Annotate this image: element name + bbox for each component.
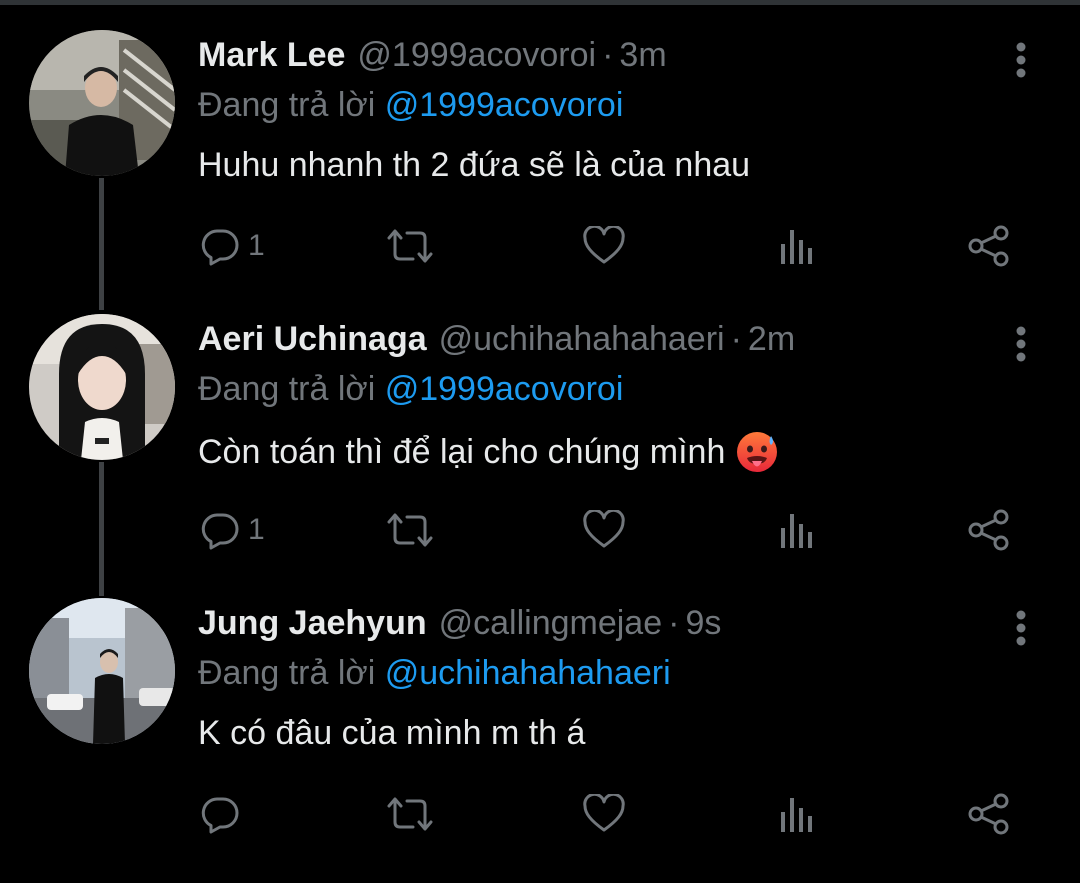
more-vertical-icon [1016, 42, 1026, 78]
separator-dot: · [602, 36, 614, 74]
share-button[interactable] [968, 786, 1010, 842]
tweet[interactable]: Jung Jaehyun @callingmejae · 9s Đang trả… [0, 598, 1080, 883]
tweet-header: Jung Jaehyun @callingmejae · 9s [198, 604, 721, 652]
share-button[interactable] [968, 218, 1010, 274]
avatar[interactable] [29, 314, 175, 460]
hot-face-emoji [737, 432, 778, 472]
timestamp[interactable]: 2m [748, 320, 795, 359]
reply-icon [201, 513, 239, 550]
replying-to-label: Đang trả lời [198, 654, 376, 692]
analytics-button[interactable] [778, 786, 816, 842]
tweet-text-content: K có đâu của mình m th á [198, 714, 586, 752]
tweet-text-content: Còn toán thì để lại cho chúng mình [198, 432, 726, 471]
retweet-icon [387, 797, 433, 831]
tweet-header: Mark Lee @1999acovoroi · 3m [198, 36, 667, 84]
replying-to-label: Đang trả lời [198, 86, 376, 124]
avatar-photo [29, 314, 175, 460]
reply-icon [201, 229, 239, 266]
display-name[interactable]: Aeri Uchinaga [198, 320, 427, 359]
analytics-icon [781, 798, 812, 832]
like-icon [583, 794, 625, 832]
retweet-button[interactable] [385, 786, 435, 842]
display-name[interactable]: Mark Lee [198, 36, 345, 75]
replying-to-label: Đang trả lời [198, 370, 376, 408]
share-icon [968, 793, 1009, 835]
user-handle[interactable]: @1999acovoroi [357, 36, 596, 75]
tweet[interactable]: Aeri Uchinaga @uchihahahahaeri · 2m Đang… [0, 314, 1080, 599]
display-name[interactable]: Jung Jaehyun [198, 604, 427, 643]
more-options-button[interactable] [1004, 320, 1038, 368]
share-icon [968, 509, 1009, 551]
analytics-icon [781, 230, 812, 264]
tweet-text-content: Huhu nhanh th 2 đứa sẽ là của nhau [198, 146, 751, 184]
tweet-text: Huhu nhanh th 2 đứa sẽ là của nhau [198, 146, 750, 185]
tweet-text: K có đâu của mình m th á [198, 714, 585, 753]
avatar-photo [29, 30, 175, 176]
retweet-button[interactable] [385, 502, 435, 558]
reply-icon [201, 797, 239, 834]
retweet-icon [387, 513, 433, 547]
action-bar: 1 [0, 218, 1080, 274]
user-handle[interactable]: @uchihahahahaeri [439, 320, 725, 359]
reply-button[interactable] [200, 786, 248, 842]
analytics-button[interactable] [778, 502, 816, 558]
timestamp[interactable]: 3m [619, 36, 666, 75]
user-handle[interactable]: @callingmejae [439, 604, 663, 643]
replying-to: Đang trả lời @uchihahahahaeri [198, 654, 671, 693]
replying-to-link[interactable]: @1999acovoroi [385, 86, 624, 124]
action-bar [0, 786, 1080, 842]
retweet-button[interactable] [385, 218, 435, 274]
avatar[interactable] [29, 598, 175, 744]
top-divider [0, 0, 1080, 5]
separator-dot: · [730, 320, 742, 358]
reply-count: 1 [248, 229, 265, 262]
share-icon [968, 225, 1009, 267]
more-options-button[interactable] [1004, 604, 1038, 652]
more-vertical-icon [1016, 610, 1026, 646]
reply-count: 1 [248, 513, 265, 546]
retweet-icon [387, 229, 433, 263]
avatar-photo [29, 598, 175, 744]
avatar[interactable] [29, 30, 175, 176]
replying-to-link[interactable]: @1999acovoroi [385, 370, 624, 408]
like-button[interactable] [582, 786, 626, 842]
share-button[interactable] [968, 502, 1010, 558]
like-button[interactable] [582, 502, 626, 558]
timestamp[interactable]: 9s [685, 604, 721, 643]
tweet-header: Aeri Uchinaga @uchihahahahaeri · 2m [198, 320, 795, 368]
analytics-icon [781, 514, 812, 548]
like-button[interactable] [582, 218, 626, 274]
more-options-button[interactable] [1004, 36, 1038, 84]
like-icon [583, 226, 625, 264]
tweet-text: Còn toán thì để lại cho chúng mình [198, 430, 779, 474]
like-icon [583, 510, 625, 548]
more-vertical-icon [1016, 326, 1026, 362]
action-bar: 1 [0, 502, 1080, 558]
replying-to: Đang trả lời @1999acovoroi [198, 370, 623, 409]
separator-dot: · [668, 604, 680, 642]
replying-to-link[interactable]: @uchihahahahaeri [385, 654, 671, 692]
reply-button[interactable]: 1 [200, 502, 265, 558]
reply-button[interactable]: 1 [200, 218, 265, 274]
replying-to: Đang trả lời @1999acovoroi [198, 86, 623, 125]
analytics-button[interactable] [778, 218, 816, 274]
tweet[interactable]: Mark Lee @1999acovoroi · 3m Đang trả lời… [0, 30, 1080, 315]
